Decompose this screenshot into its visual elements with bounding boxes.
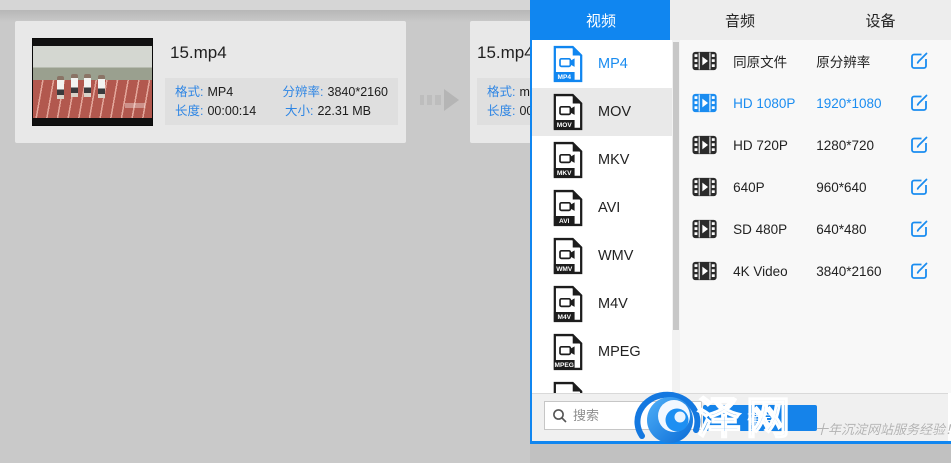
format-label: MPEG [598,344,641,360]
quality-resolution: 1280*720 [816,138,909,153]
file-type-icon: AVI [552,189,584,227]
panel-footer: 确定 [532,393,948,441]
quality-item-sd480p[interactable]: SD 480P 640*480 [680,208,951,250]
file-title: 15.mp4 [477,43,534,63]
file-type-icon: MKV [552,141,584,179]
thumbnail-watermark [125,103,145,108]
format-item-partial[interactable] [532,376,672,393]
quality-name: 4K Video [733,264,816,279]
format-label: MKV [598,152,629,168]
film-strip-icon [692,177,717,197]
thumbnail-scene [33,46,152,118]
file-type-icon: MOV [552,93,584,131]
svg-text:WMV: WMV [556,266,573,273]
person-figure [57,76,64,99]
format-item-avi[interactable]: AVI AVI [532,184,672,232]
edit-icon[interactable] [909,219,929,239]
format-item-mp4[interactable]: MP4 MP4 [532,40,672,88]
edit-icon[interactable] [909,135,929,155]
edit-icon[interactable] [909,177,929,197]
film-strip-icon [692,219,717,239]
running-track [33,80,152,118]
format-list-scrollbar[interactable] [672,40,680,393]
edit-icon[interactable] [909,51,929,71]
svg-text:M4V: M4V [557,314,571,321]
resolution-label: 分辨率: [283,85,324,99]
format-label: 格式: [487,85,515,99]
format-list: MP4 MP4 MOV MOV MKV [532,40,672,393]
format-item-mkv[interactable]: MKV MKV [532,136,672,184]
format-value: MP4 [207,85,233,99]
transfer-arrow-icon [419,89,461,116]
svg-text:MP4: MP4 [557,74,571,81]
quality-item-hd1080p[interactable]: HD 1080P 1920*1080 [680,82,951,124]
format-label: MOV [598,104,631,120]
quality-item-original[interactable]: 同原文件 原分辨率 [680,40,951,82]
size-value: 22.31 MB [317,104,371,118]
quality-resolution: 1920*1080 [816,96,909,111]
quality-item-hd720p[interactable]: HD 720P 1280*720 [680,124,951,166]
quality-resolution: 640*480 [816,222,909,237]
format-label: AVI [598,200,620,216]
format-item-m4v[interactable]: M4V M4V [532,280,672,328]
search-icon [552,408,568,424]
file-type-icon: M4V [552,285,584,323]
quality-name: HD 1080P [733,96,816,111]
quality-name: SD 480P [733,222,816,237]
quality-item-4k[interactable]: 4K Video 3840*2160 [680,250,951,292]
confirm-button[interactable]: 确定 [703,405,817,431]
svg-text:MPEG: MPEG [555,362,574,369]
edit-icon[interactable] [909,93,929,113]
file-type-icon [552,381,584,393]
tab-audio[interactable]: 音频 [670,0,810,40]
quality-list: 同原文件 原分辨率 HD 1080P 1920*1080 [680,40,951,393]
quality-name: 640P [733,180,816,195]
search-box[interactable] [544,401,702,430]
quality-resolution: 960*640 [816,180,909,195]
svg-text:MOV: MOV [557,122,573,129]
format-label: MP4 [598,56,628,72]
duration-label: 长度: [487,104,515,118]
quality-name: 同原文件 [733,51,816,71]
svg-text:MKV: MKV [557,170,572,177]
svg-text:AVI: AVI [559,218,570,225]
quality-name: HD 720P [733,138,816,153]
size-label: 大小: [285,104,313,118]
search-input[interactable] [573,402,699,429]
person-figure [98,75,105,98]
tab-video[interactable]: 视频 [532,0,670,40]
file-type-icon: MP4 [552,45,584,83]
format-item-wmv[interactable]: WMV WMV [532,232,672,280]
duration-value: 00:00:14 [207,104,256,118]
film-strip-icon [692,135,717,155]
file-type-icon: MPEG [552,333,584,371]
file-type-icon: WMV [552,237,584,275]
panel-bottom-strip [530,444,951,463]
person-figure [71,74,78,97]
person-figure [84,74,91,97]
output-format-panel: 视频 音频 设备 MP4 MP4 MOV M [530,0,951,444]
format-label: WMV [598,248,633,264]
resolution-value: 3840*2160 [328,85,388,99]
format-label: M4V [598,296,628,312]
panel-tabs: 视频 音频 设备 [532,0,951,40]
film-strip-icon [692,51,717,71]
quality-item-640p[interactable]: 640P 960*640 [680,166,951,208]
scrollbar-thumb[interactable] [673,42,679,330]
format-label: 格式: [175,85,203,99]
format-item-mov[interactable]: MOV MOV [532,88,672,136]
tab-device[interactable]: 设备 [810,0,951,40]
file-title: 15.mp4 [170,43,227,63]
edit-icon[interactable] [909,261,929,281]
duration-label: 长度: [175,104,203,118]
file-info-box: 格式: MP4 分辨率: 3840*2160 长度: 00:00:14 大小: 22.3… [165,78,398,125]
quality-resolution: 原分辨率 [816,51,909,71]
video-thumbnail [33,39,152,125]
format-item-mpeg[interactable]: MPEG MPEG [532,328,672,376]
film-strip-icon [692,93,717,113]
source-file-card[interactable]: 15.mp4 格式: MP4 分辨率: 3840*2160 长度: 00:00:14 … [15,21,406,143]
quality-resolution: 3840*2160 [816,264,909,279]
film-strip-icon [692,261,717,281]
